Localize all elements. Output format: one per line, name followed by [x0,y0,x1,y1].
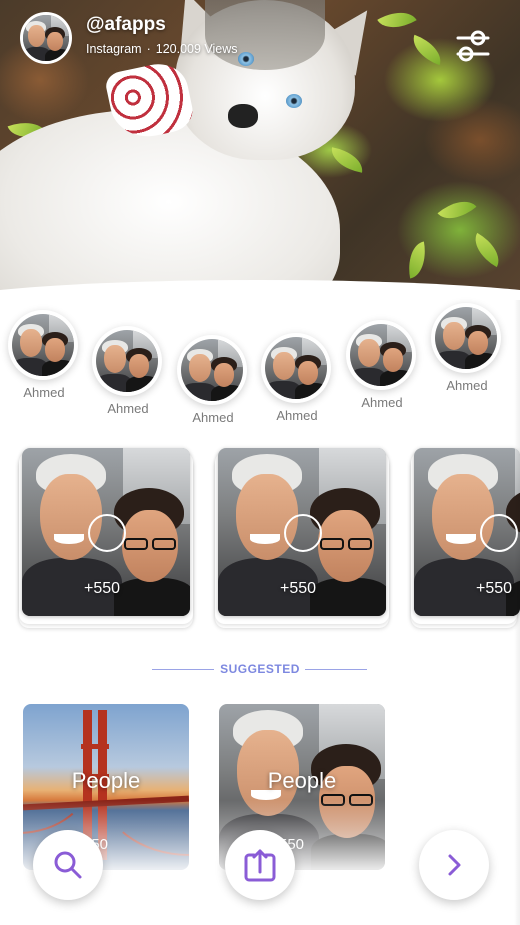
story-item[interactable]: Ahmed [431,303,503,393]
upload-icon [244,849,276,882]
suggested-header: SUGGESTED [0,660,520,680]
profile-avatar[interactable] [20,12,72,64]
story-item[interactable]: Ahmed [8,310,80,400]
suggested-title: People [71,768,141,793]
settings-sliders-icon [456,30,490,62]
album-count: +550 [280,580,317,597]
album-card[interactable]: +550 [411,448,520,634]
views-count: 120.009 Views [155,42,238,56]
profile-handle: @afapps [86,14,166,35]
chevron-right-icon [448,854,461,876]
story-item[interactable]: Ahmed [92,326,164,416]
cover-photo [0,0,520,310]
story-name: Ahmed [192,410,234,425]
album-card[interactable]: +550 [19,448,193,634]
story-name: Ahmed [276,408,318,423]
story-name: Ahmed [361,395,403,410]
story-name: Ahmed [446,378,488,393]
album-count: +550 [84,580,121,597]
story-item[interactable]: Ahmed [346,320,418,410]
next-button[interactable] [419,830,489,900]
select-circle[interactable] [480,514,518,552]
story-name: Ahmed [107,401,149,416]
suggested-title: People [267,768,337,793]
album-card[interactable]: +550 [215,448,389,634]
settings-button[interactable] [452,26,494,66]
select-circle[interactable] [284,514,322,552]
suggested-label: SUGGESTED [220,662,300,676]
profile-meta: Instagram · 120.009 Views [86,42,238,56]
album-count: +550 [476,580,513,597]
select-circle[interactable] [88,514,126,552]
search-button[interactable] [33,830,103,900]
divider [305,669,367,670]
meta-separator: · [146,42,151,56]
source-label: Instagram [86,42,142,56]
upload-button[interactable] [225,830,295,900]
story-item[interactable]: Ahmed [177,335,249,425]
story-name: Ahmed [23,385,65,400]
story-item[interactable]: Ahmed [261,333,333,423]
search-icon [54,851,82,879]
